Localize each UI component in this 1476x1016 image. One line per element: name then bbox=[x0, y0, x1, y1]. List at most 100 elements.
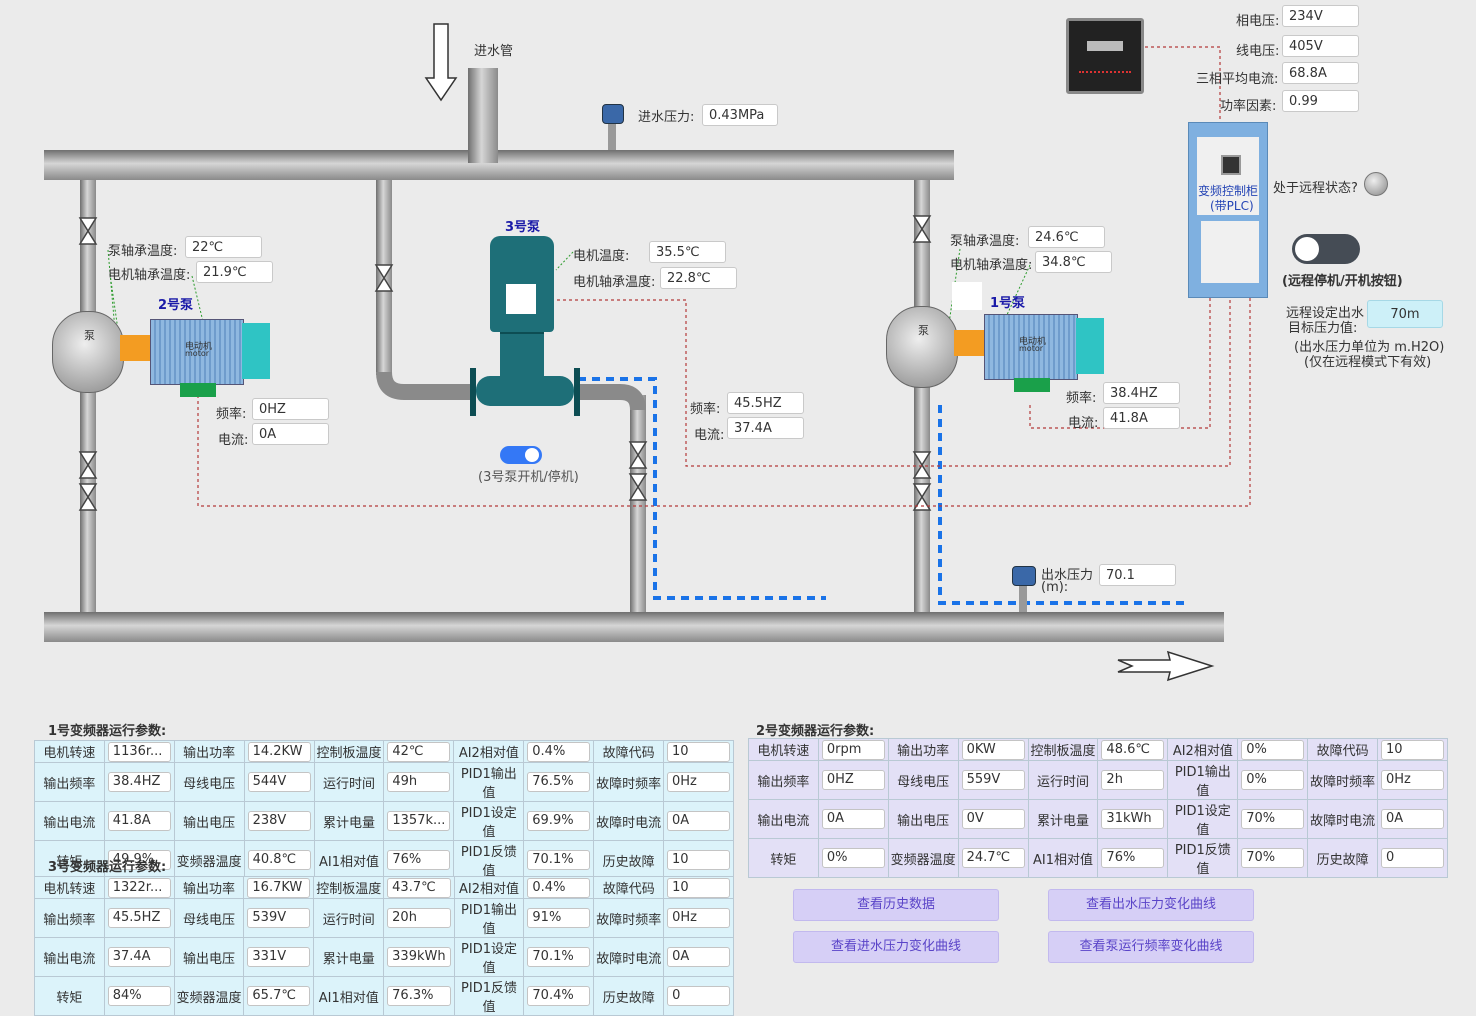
param-value: 10 bbox=[667, 741, 730, 762]
pump3-current-label: 电流: bbox=[694, 428, 725, 443]
pump1-current-value: 41.8A bbox=[1103, 407, 1180, 429]
param-value: 40.8℃ bbox=[247, 850, 311, 870]
param-value: 48.6℃ bbox=[1101, 739, 1165, 760]
param-label: 转矩 bbox=[34, 976, 105, 1016]
outlet-pressure-curve-button[interactable]: 查看出水压力变化曲线 bbox=[1048, 889, 1254, 921]
outlet-arrow-icon bbox=[1117, 650, 1215, 682]
param-label: 故障时频率 bbox=[1307, 760, 1379, 800]
param-value: 2h bbox=[1101, 770, 1165, 790]
param-label: 输出频率 bbox=[34, 898, 105, 938]
param-label: 转矩 bbox=[748, 838, 819, 878]
param-value: 0.4% bbox=[527, 877, 591, 898]
pump2-bearing-value: 22℃ bbox=[185, 236, 262, 258]
param-value: 559V bbox=[961, 770, 1025, 790]
param-value: 65.7℃ bbox=[247, 986, 311, 1006]
outlet-pressure-label-2: (m): bbox=[1041, 580, 1069, 595]
param-label: AI2相对值 bbox=[453, 876, 525, 899]
param-value: 238V bbox=[247, 811, 311, 831]
param-value: 70.1% bbox=[527, 947, 591, 967]
power-factor-label: 功率因素: bbox=[1220, 99, 1277, 114]
pump3-discharge-elbow bbox=[578, 384, 646, 411]
param-label: 输出电流 bbox=[34, 801, 105, 841]
param-label: PID1设定值 bbox=[1167, 799, 1239, 839]
param-label: 变频器温度 bbox=[173, 976, 245, 1016]
inlet-pressure-label: 进水压力: bbox=[638, 110, 695, 125]
param-label: 电机转速 bbox=[748, 738, 819, 761]
param-label: 输出电流 bbox=[748, 799, 819, 839]
param-value: 49h bbox=[387, 772, 451, 792]
param-label: 输出频率 bbox=[34, 762, 105, 802]
param-label: 故障时频率 bbox=[593, 762, 665, 802]
param-value: 45.5HZ bbox=[107, 908, 171, 928]
history-data-button[interactable]: 查看历史数据 bbox=[793, 889, 999, 921]
line-voltage-value: 405V bbox=[1282, 35, 1359, 57]
pressure-sensor-icon bbox=[602, 104, 624, 150]
param-label: 电机转速 bbox=[34, 740, 105, 763]
param-label: PID1输出值 bbox=[453, 898, 525, 938]
table-row: 电机转速 1136r... 输出功率 14.2KW 控制板温度 42℃ AI2相对值 0.4%… bbox=[34, 740, 734, 763]
param-value: 539V bbox=[247, 908, 311, 928]
param-label: AI1相对值 bbox=[1027, 838, 1099, 878]
param-value: 76% bbox=[387, 850, 451, 870]
pump-frequency-curve-button[interactable]: 查看泵运行频率变化曲线 bbox=[1048, 931, 1254, 963]
pump1-freq-value: 38.4HZ bbox=[1103, 382, 1180, 404]
param-label: 控制板温度 bbox=[313, 740, 385, 763]
param-value: 76.3% bbox=[387, 986, 451, 1006]
vfd3-title: 3号变频器运行参数: bbox=[48, 860, 167, 875]
param-value: 16.7KW bbox=[247, 877, 311, 898]
param-value: 0 bbox=[667, 986, 730, 1006]
param-value: 70% bbox=[1241, 848, 1305, 868]
param-value: 0 bbox=[1381, 848, 1444, 868]
inlet-pipe-label: 进水管 bbox=[474, 44, 514, 59]
param-value: 339kWh bbox=[387, 947, 451, 967]
pump3-motor-bearing-value: 22.8℃ bbox=[660, 267, 737, 289]
pump2-current-value: 0A bbox=[252, 423, 329, 445]
pump3-motor-bearing-label: 电机轴承温度: bbox=[573, 275, 656, 290]
remote-toggle-label: (远程停机/开机按钮) bbox=[1282, 274, 1403, 289]
param-value: 10 bbox=[667, 877, 730, 898]
param-label: AI2相对值 bbox=[453, 740, 525, 763]
vfd2-table: 电机转速 0rpm 输出功率 0KW 控制板温度 48.6℃ AI2相对值 0% 故障代码 10 输… bbox=[748, 738, 1448, 878]
param-value: 20h bbox=[387, 908, 451, 928]
param-label: 母线电压 bbox=[173, 898, 245, 938]
param-value: 37.4A bbox=[107, 947, 171, 967]
param-label: 运行时间 bbox=[1027, 760, 1099, 800]
param-label: 历史故障 bbox=[1307, 838, 1379, 878]
param-value: 38.4HZ bbox=[107, 772, 171, 792]
param-value: 0A bbox=[1381, 809, 1444, 829]
inlet-arrow-icon bbox=[424, 23, 458, 102]
param-value: 0Hz bbox=[667, 772, 730, 792]
cabinet-label-2: (带PLC) bbox=[1210, 199, 1254, 213]
pump1-motor-bearing-label: 电机轴承温度: bbox=[950, 258, 1033, 273]
param-value: 70.1% bbox=[527, 850, 591, 870]
valve-icon bbox=[628, 473, 648, 501]
inlet-pressure-curve-button[interactable]: 查看进水压力变化曲线 bbox=[793, 931, 999, 963]
param-label: PID1输出值 bbox=[1167, 760, 1239, 800]
param-label: 母线电压 bbox=[173, 762, 245, 802]
param-value: 0Hz bbox=[1381, 770, 1444, 790]
table-row: 电机转速 1322r... 输出功率 16.7KW 控制板温度 43.7℃ AI2相对值 0.… bbox=[34, 876, 734, 899]
remote-status-label: 处于远程状态? bbox=[1273, 181, 1358, 196]
pump3-suction-elbow bbox=[376, 371, 470, 400]
pump3-toggle-switch[interactable] bbox=[500, 446, 542, 464]
param-label: 故障代码 bbox=[593, 876, 665, 899]
remote-target-input[interactable]: 70m bbox=[1367, 300, 1443, 328]
param-value: 10 bbox=[1381, 739, 1444, 760]
pump3-title: 3号泵 bbox=[505, 220, 541, 235]
pump3-motor-temp-value: 35.5℃ bbox=[649, 241, 726, 263]
param-value: 0.4% bbox=[527, 741, 591, 762]
param-label: 变频器温度 bbox=[887, 838, 959, 878]
remote-target-label-2: 目标压力值: bbox=[1288, 321, 1358, 336]
param-label: 输出功率 bbox=[173, 740, 245, 763]
table-row: 输出频率 38.4HZ 母线电压 544V 运行时间 49h PID1输出值 76.5% 故障时… bbox=[34, 762, 734, 802]
pump2-bearing-label: 泵轴承温度: bbox=[108, 244, 178, 259]
param-label: AI1相对值 bbox=[313, 976, 385, 1016]
pump2-motor-bearing-value: 21.9℃ bbox=[196, 261, 273, 283]
table-row: 电机转速 0rpm 输出功率 0KW 控制板温度 48.6℃ AI2相对值 0% 故障代码 10 bbox=[748, 738, 1448, 761]
param-label: 故障时电流 bbox=[593, 801, 665, 841]
param-label: PID1设定值 bbox=[453, 937, 525, 977]
table-row: 输出电流 41.8A 输出电压 238V 累计电量 1357k... PID1设定值 69.9… bbox=[34, 801, 734, 841]
param-label: 母线电压 bbox=[887, 760, 959, 800]
remote-toggle-switch[interactable] bbox=[1292, 234, 1360, 264]
param-value: 91% bbox=[527, 908, 591, 928]
